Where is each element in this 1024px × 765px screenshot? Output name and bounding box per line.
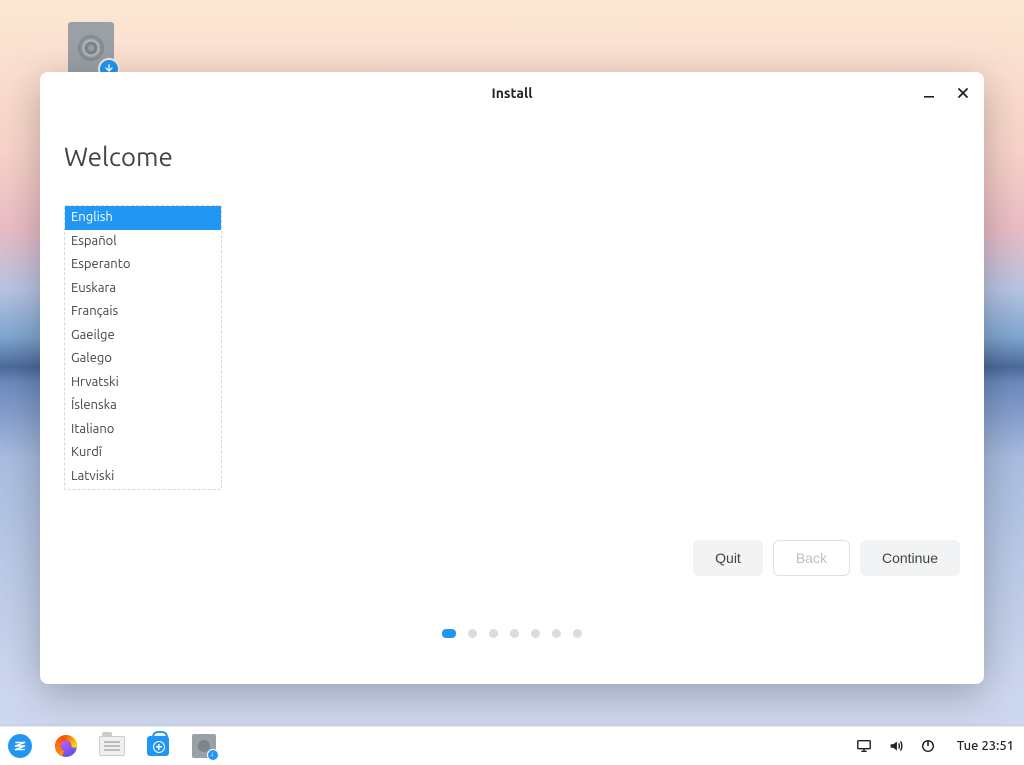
install-window: Install Welcome EnglishEspañolEsperantoE… <box>40 72 984 684</box>
files-button[interactable] <box>98 732 126 760</box>
zorin-logo-icon <box>8 734 32 758</box>
step-dots <box>40 629 984 638</box>
installer-icon <box>192 734 216 758</box>
back-button: Back <box>773 540 850 576</box>
language-option[interactable]: Íslenska <box>65 394 221 418</box>
quit-button[interactable]: Quit <box>693 540 763 576</box>
step-dot <box>489 629 498 638</box>
step-dot <box>442 629 456 638</box>
step-dot <box>531 629 540 638</box>
language-option[interactable]: Español <box>65 230 221 254</box>
taskbar: Tue 23:51 <box>0 726 1024 765</box>
step-dot <box>468 629 477 638</box>
desktop-installer-icon[interactable] <box>68 22 114 74</box>
desktop: Install Welcome EnglishEspañolEsperantoE… <box>0 0 1024 765</box>
disc-icon <box>78 35 104 61</box>
language-option[interactable]: English <box>65 206 221 230</box>
minimize-button[interactable] <box>914 78 944 108</box>
display-icon[interactable] <box>855 737 873 755</box>
software-button[interactable] <box>144 732 172 760</box>
button-row: Quit Back Continue <box>693 540 960 576</box>
installer-taskbar-button[interactable] <box>190 732 218 760</box>
language-option[interactable]: Kurdî <box>65 441 221 465</box>
step-dot <box>552 629 561 638</box>
taskbar-right: Tue 23:51 <box>855 737 1014 755</box>
language-option[interactable]: Italiano <box>65 418 221 442</box>
firefox-button[interactable] <box>52 732 80 760</box>
language-option[interactable]: Hrvatski <box>65 371 221 395</box>
language-list[interactable]: EnglishEspañolEsperantoEuskaraFrançaisGa… <box>64 205 222 490</box>
language-option[interactable]: Galego <box>65 347 221 371</box>
shopping-bag-icon <box>147 736 169 756</box>
titlebar: Install <box>40 72 984 114</box>
language-option[interactable]: Esperanto <box>65 253 221 277</box>
start-menu-button[interactable] <box>6 732 34 760</box>
window-content: Welcome EnglishEspañolEsperantoEuskaraFr… <box>40 114 984 684</box>
language-option[interactable]: Gaeilge <box>65 324 221 348</box>
step-dot <box>510 629 519 638</box>
window-title: Install <box>492 85 533 101</box>
language-option[interactable]: Euskara <box>65 277 221 301</box>
power-icon[interactable] <box>919 737 937 755</box>
volume-icon[interactable] <box>887 737 905 755</box>
clock[interactable]: Tue 23:51 <box>957 739 1014 753</box>
step-dot <box>573 629 582 638</box>
firefox-icon <box>55 735 77 757</box>
taskbar-left <box>6 732 218 760</box>
language-option[interactable]: Français <box>65 300 221 324</box>
close-button[interactable] <box>948 78 978 108</box>
page-heading: Welcome <box>64 142 960 171</box>
language-option[interactable]: Latviski <box>65 465 221 489</box>
continue-button[interactable]: Continue <box>860 540 960 576</box>
window-controls <box>914 72 978 114</box>
files-icon <box>99 736 125 756</box>
